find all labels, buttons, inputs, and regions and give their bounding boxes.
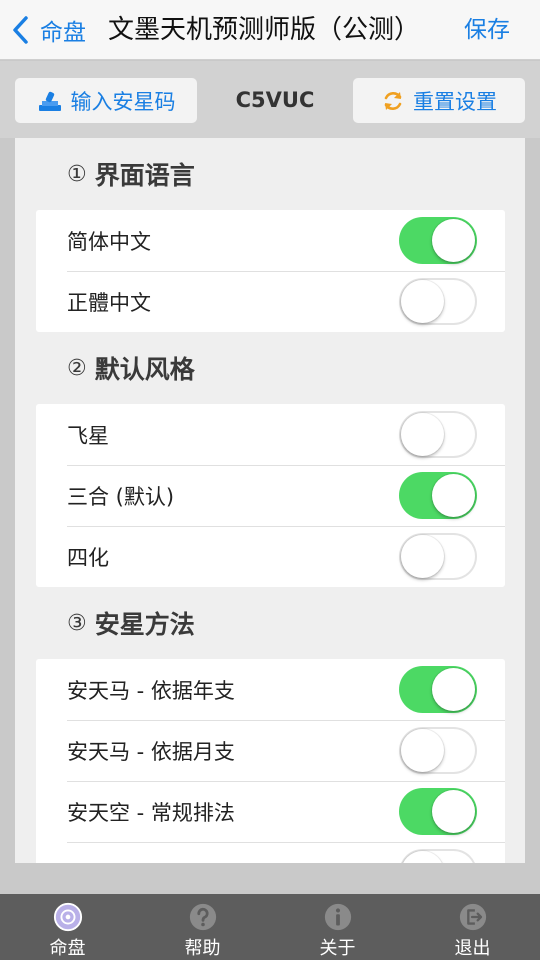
input-star-code-label: 输入安星码	[70, 89, 176, 114]
toggle-switch[interactable]	[399, 727, 477, 774]
toggle-knob	[401, 729, 444, 772]
tab-exit[interactable]: 退出	[405, 894, 540, 960]
settings-row-sanhe[interactable]: 三合 (默认)	[36, 465, 505, 526]
refresh-icon	[384, 91, 402, 110]
chart-disc-icon	[53, 902, 82, 932]
tab-label: 退出	[454, 938, 491, 959]
section-title: 默认风格	[94, 355, 195, 384]
section-header-default-style: ② 默认风格	[15, 332, 525, 404]
toggle-knob	[401, 413, 444, 456]
toggle-knob	[401, 280, 444, 323]
toggle-switch[interactable]	[399, 411, 477, 458]
section-header-star-method: ③ 安星方法	[15, 587, 525, 659]
settings-group-default-style: 飞星 三合 (默认) 四化	[36, 404, 505, 587]
row-label: 飞星	[67, 423, 109, 448]
row-label: 安天马 - 依据年支	[67, 678, 235, 703]
toggle-knob	[432, 668, 475, 711]
toggle-knob	[432, 219, 475, 262]
row-label: 四化	[67, 545, 109, 570]
info-icon	[324, 903, 351, 931]
tab-about[interactable]: 关于	[270, 894, 405, 960]
tab-bar: 命盘 帮助 关于 退出	[0, 894, 540, 960]
navigation-bar: 命盘 文墨天机预测师版（公测） 保存	[0, 0, 540, 60]
settings-row-partial[interactable]	[36, 842, 505, 863]
toggle-switch[interactable]	[399, 849, 477, 863]
row-label: 安天马 - 依据月支	[67, 739, 235, 764]
toggle-switch[interactable]	[399, 472, 477, 519]
section-header-language: ① 界面语言	[15, 138, 525, 210]
toolbar: 输入安星码 C5VUC 重置设置	[0, 61, 540, 138]
row-label: 三合 (默认)	[67, 484, 175, 509]
input-star-code-button[interactable]: 输入安星码	[15, 78, 197, 123]
tab-label: 帮助	[184, 938, 221, 959]
reset-settings-label: 重置设置	[413, 89, 497, 114]
row-label: 正體中文	[67, 290, 151, 315]
tab-label: 命盘	[49, 938, 86, 959]
row-label: 简体中文	[67, 229, 151, 254]
settings-row-simplified-chinese[interactable]: 简体中文	[36, 210, 505, 271]
section-number: ③	[67, 610, 87, 636]
toggle-switch[interactable]	[399, 217, 477, 264]
chevron-left-icon	[13, 16, 28, 44]
tab-label: 关于	[319, 938, 356, 959]
save-button[interactable]: 保存	[464, 12, 510, 48]
tab-chart[interactable]: 命盘	[0, 894, 135, 960]
section-number: ①	[67, 161, 87, 187]
toggle-knob	[401, 535, 444, 578]
toggle-switch[interactable]	[399, 533, 477, 580]
toggle-knob	[401, 851, 444, 863]
reset-settings-button[interactable]: 重置设置	[353, 78, 525, 123]
settings-list[interactable]: ① 界面语言 简体中文 正體中文 ② 默认风格 飞星 三合 (默认) 四化 ③ …	[15, 138, 525, 863]
toggle-switch[interactable]	[399, 278, 477, 325]
stamp-icon	[38, 91, 61, 111]
toggle-switch[interactable]	[399, 666, 477, 713]
page-title: 文墨天机预测师版（公测）	[108, 15, 421, 45]
exit-icon	[459, 903, 486, 931]
settings-group-star-method: 安天马 - 依据年支 安天马 - 依据月支 安天空 - 常规排法	[36, 659, 505, 863]
settings-group-language: 简体中文 正體中文	[36, 210, 505, 332]
toggle-knob	[432, 474, 475, 517]
settings-row-tiankong[interactable]: 安天空 - 常规排法	[36, 781, 505, 842]
settings-row-tianma-month[interactable]: 安天马 - 依据月支	[36, 720, 505, 781]
tab-help[interactable]: 帮助	[135, 894, 270, 960]
toggle-knob	[432, 790, 475, 833]
toggle-switch[interactable]	[399, 788, 477, 835]
back-button-label: 命盘	[40, 20, 86, 46]
section-title: 界面语言	[94, 161, 195, 190]
settings-row-tianma-year[interactable]: 安天马 - 依据年支	[36, 659, 505, 720]
section-number: ②	[67, 355, 87, 381]
row-label: 安天空 - 常规排法	[67, 800, 235, 825]
question-icon	[189, 903, 216, 931]
back-button[interactable]: 命盘	[12, 12, 86, 48]
section-title: 安星方法	[94, 610, 195, 639]
settings-row-sihua[interactable]: 四化	[36, 526, 505, 587]
settings-row-feixing[interactable]: 飞星	[36, 404, 505, 465]
settings-row-traditional-chinese[interactable]: 正體中文	[36, 271, 505, 332]
star-code-value: C5VUC	[235, 88, 315, 112]
